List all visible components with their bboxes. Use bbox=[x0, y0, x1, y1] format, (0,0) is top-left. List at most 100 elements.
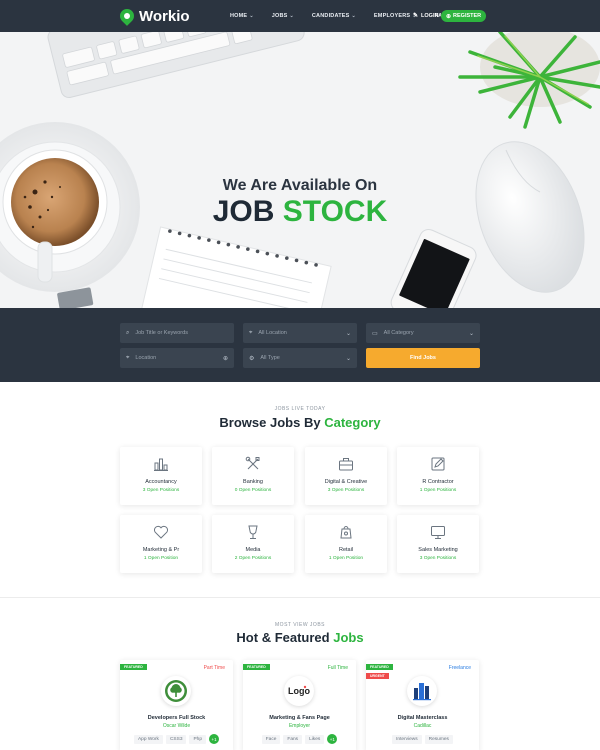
category-card-sales-marketing[interactable]: Sales Marketing 3 Open Positions bbox=[397, 515, 479, 573]
categories-title: Browse Jobs By Category bbox=[0, 415, 600, 430]
job-title[interactable]: Developers Full Stock bbox=[120, 715, 233, 721]
category-select[interactable]: ▭ All Category ⌄ bbox=[366, 323, 480, 343]
job-title[interactable]: Marketing & Fans Page bbox=[243, 715, 356, 721]
menu-item-home[interactable]: HOME ⌄ bbox=[230, 13, 254, 19]
logo-wordmark: Logo bbox=[288, 686, 310, 696]
tree-logo-icon bbox=[165, 680, 187, 702]
folder-icon: ▭ bbox=[372, 330, 378, 337]
category-card-media[interactable]: Media 2 Open Positions bbox=[212, 515, 294, 573]
job-company: Employer bbox=[288, 723, 311, 729]
job-company: Cadillac bbox=[413, 723, 432, 729]
category-name: Banking bbox=[243, 479, 263, 485]
login-link[interactable]: ✎ LOGIN bbox=[413, 12, 439, 20]
menu-item-employers[interactable]: EMPLOYERS ⌄ bbox=[374, 13, 417, 19]
location-select[interactable]: ⌖ All Location ⌄ bbox=[243, 323, 357, 343]
hero-title: JOB STOCK bbox=[0, 195, 600, 229]
briefcase-icon bbox=[339, 458, 353, 471]
job-title[interactable]: Digital Masterclass bbox=[366, 715, 479, 721]
category-count: 1 Open Position bbox=[143, 556, 179, 561]
hero-subtitle: We Are Available On bbox=[222, 177, 378, 194]
categories-title-text: Browse Jobs By bbox=[219, 415, 321, 430]
category-count: 3 Open Positions bbox=[327, 488, 365, 493]
chevron-down-icon: ⌄ bbox=[345, 355, 351, 362]
brand-logo[interactable]: Workio bbox=[117, 6, 190, 26]
login-label: LOGIN bbox=[421, 12, 439, 19]
jobs-title-text: Hot & Featured bbox=[236, 630, 330, 645]
category-card-retail[interactable]: Retail 1 Open Position bbox=[305, 515, 387, 573]
job-tag[interactable]: App Work bbox=[133, 735, 163, 744]
jobs-title: Hot & Featured Jobs bbox=[0, 630, 600, 645]
featured-badge: FEATURED bbox=[366, 664, 393, 670]
edit-icon bbox=[431, 457, 445, 471]
category-card-accountancy[interactable]: Accountancy 3 Open Positions bbox=[120, 447, 202, 505]
category-card-digital-creative[interactable]: Digital & Creative 3 Open Positions bbox=[305, 447, 387, 505]
register-label: REGISTER bbox=[453, 13, 482, 19]
category-card-marketing-pr[interactable]: Marketing & Pr 1 Open Position bbox=[120, 515, 202, 573]
job-type-label: Freelance bbox=[448, 665, 471, 671]
jobs-eyebrow: MOST VIEW JOBS bbox=[275, 622, 325, 628]
menu-item-candidates[interactable]: CANDIDATES ⌄ bbox=[312, 13, 356, 19]
settings-icon: ⚙ bbox=[249, 355, 255, 362]
search-icon: ⌕ bbox=[126, 329, 130, 336]
chevron-down-icon: ⌄ bbox=[249, 13, 254, 19]
job-type-label: Full Time bbox=[327, 665, 348, 671]
keywords-input[interactable]: ⌕ Job Title or Keywords bbox=[120, 323, 234, 343]
logo-text-icon: Logo bbox=[288, 685, 310, 696]
hero-title-highlight: STOCK bbox=[282, 195, 388, 228]
category-count: 1 Open Positions bbox=[419, 488, 457, 493]
job-card[interactable]: FEATURED URGENT Freelance Digital Master… bbox=[366, 660, 479, 750]
glass-icon bbox=[248, 525, 258, 539]
menu-item-jobs[interactable]: JOBS ⌄ bbox=[272, 13, 294, 19]
category-count: 3 Open Positions bbox=[419, 556, 457, 561]
category-name: R Contractor bbox=[422, 479, 454, 485]
category-name: Retail bbox=[338, 547, 354, 553]
categories-eyebrow: JOBS LIVE TODAY bbox=[274, 406, 326, 412]
pencil-icon: ✎ bbox=[413, 13, 419, 19]
job-tag[interactable]: Face bbox=[261, 735, 281, 744]
hero-desk-image bbox=[0, 32, 600, 308]
job-tag[interactable]: Php bbox=[189, 735, 207, 744]
location-input[interactable]: ⌖ Location ⊕ bbox=[120, 348, 234, 368]
chevron-down-icon: ⌄ bbox=[345, 330, 351, 337]
category-name: Media bbox=[245, 547, 261, 553]
category-count: 3 Open Positions bbox=[142, 488, 180, 493]
menu-item-label: CANDIDATES bbox=[311, 13, 350, 19]
category-name: Sales Marketing bbox=[418, 547, 458, 553]
chevron-down-icon: ⌄ bbox=[468, 330, 474, 337]
map-marker-icon: ⌖ bbox=[126, 354, 130, 361]
buildings-logo-icon bbox=[413, 683, 431, 701]
register-button[interactable]: ⊕ REGISTER bbox=[441, 10, 487, 22]
type-select-value: All Type bbox=[260, 355, 280, 361]
job-card[interactable]: FEATURED Part Time Developers Full Stock… bbox=[120, 660, 233, 750]
find-jobs-button[interactable]: Find Jobs bbox=[366, 348, 480, 368]
featured-badge: FEATURED bbox=[120, 664, 147, 670]
company-logo bbox=[407, 676, 437, 706]
hero-title-word: JOB bbox=[212, 195, 275, 228]
job-tag[interactable]: Likes bbox=[305, 735, 325, 744]
category-name: Accountancy bbox=[145, 479, 177, 485]
job-tag[interactable]: Fans bbox=[283, 735, 303, 744]
map-pin-icon bbox=[117, 6, 137, 26]
search-panel bbox=[0, 308, 600, 382]
more-tags-badge[interactable]: +1 bbox=[209, 734, 220, 744]
job-tags: Interviews Resumes bbox=[366, 735, 479, 744]
job-card[interactable]: FEATURED Full Time Logo Marketing & Fans… bbox=[243, 660, 356, 750]
tools-icon bbox=[245, 456, 260, 470]
category-card-r-contractor[interactable]: R Contractor 1 Open Positions bbox=[397, 447, 479, 505]
job-tag[interactable]: Interviews bbox=[392, 735, 422, 744]
job-tag[interactable]: Resumes bbox=[424, 735, 453, 744]
category-name: Digital & Creative bbox=[324, 479, 368, 485]
chevron-down-icon: ⌄ bbox=[289, 13, 294, 19]
type-select[interactable]: ⚙ All Type ⌄ bbox=[243, 348, 357, 368]
section-divider bbox=[0, 597, 600, 598]
keywords-placeholder: Job Title or Keywords bbox=[135, 330, 188, 336]
monitor-icon bbox=[431, 526, 445, 539]
crosshair-icon: ⊕ bbox=[222, 355, 228, 362]
more-tags-badge[interactable]: +1 bbox=[327, 734, 338, 744]
chevron-down-icon: ⌄ bbox=[351, 13, 356, 19]
company-logo: Logo bbox=[284, 676, 314, 706]
category-card-banking[interactable]: Banking 0 Open Positions bbox=[212, 447, 294, 505]
job-tag[interactable]: CSS3 bbox=[165, 735, 187, 744]
job-company: Oscar Wilde bbox=[162, 723, 191, 729]
hero-banner: We Are Available On JOB STOCK bbox=[0, 32, 600, 308]
